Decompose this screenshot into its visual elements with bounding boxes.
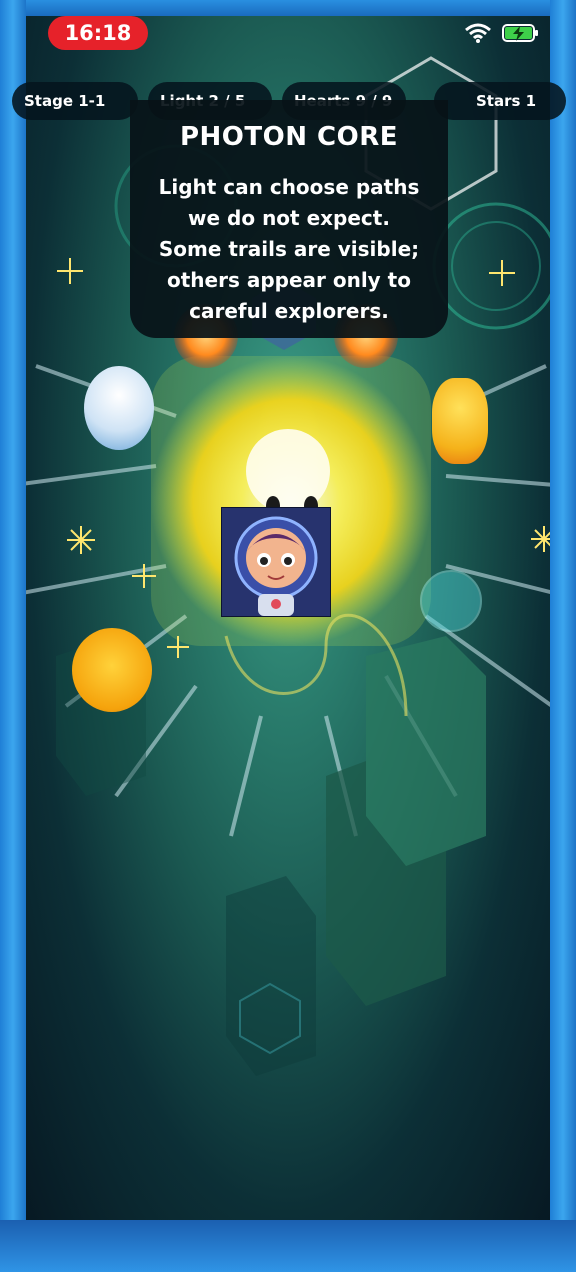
dialog-line: Light can choose paths — [158, 175, 420, 199]
frame-right — [550, 0, 576, 1272]
dialog-line: others appear only to — [167, 268, 411, 292]
dialog-line: Some trails are visible; — [158, 237, 420, 261]
dialog-title: PHOTON CORE — [179, 122, 399, 152]
system-icons — [464, 22, 540, 44]
player-portrait[interactable] — [221, 507, 331, 617]
time-pill: 16:18 — [48, 16, 148, 50]
stars-label: Stars 1 — [476, 92, 537, 110]
story-dialog[interactable]: PHOTON CORE Light can choose paths we do… — [130, 100, 448, 338]
dialog-line: we do not expect. — [188, 206, 390, 230]
battery-charging-icon — [502, 24, 538, 42]
frame-left — [0, 0, 26, 1272]
frame-bottom — [0, 1220, 576, 1272]
stage-label: Stage 1-1 — [24, 92, 106, 110]
dialog-body: Light can choose paths we do not expect.… — [148, 172, 430, 327]
game-screen: 16:18 Stage 1-1 Light 2 / 5 Hearts 9 / 9… — [0, 0, 576, 1272]
wifi-icon — [465, 23, 491, 43]
astronaut-girl-avatar — [222, 508, 330, 616]
status-time: 16:18 — [64, 21, 132, 45]
stars-counter: Stars 1 — [434, 82, 566, 120]
character-yellow-helmet[interactable] — [72, 628, 152, 712]
dialog-line: careful explorers. — [189, 299, 389, 323]
character-astronaut-left[interactable] — [84, 366, 154, 450]
character-bee[interactable] — [432, 378, 488, 464]
water-bubble — [420, 570, 482, 632]
frame-top — [0, 0, 576, 16]
stage-indicator: Stage 1-1 — [12, 82, 138, 120]
